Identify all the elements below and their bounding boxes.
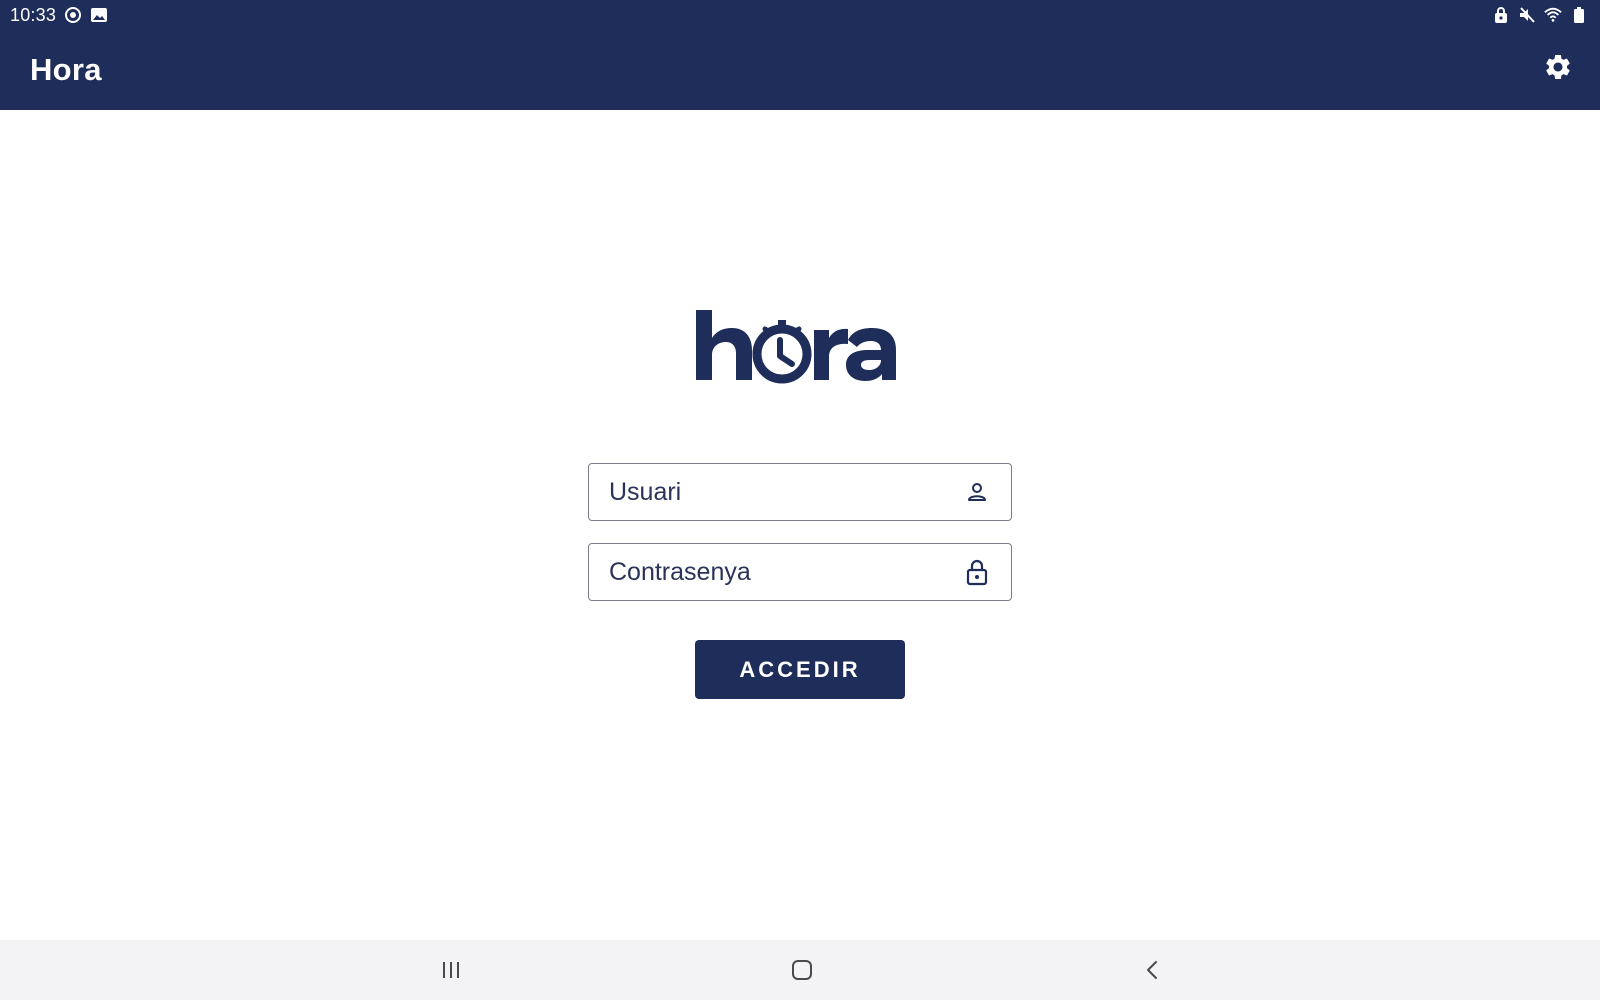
status-bar: 10:33 xyxy=(0,0,1600,30)
home-button[interactable] xyxy=(762,940,842,1000)
settings-button[interactable] xyxy=(1536,45,1580,89)
mute-icon xyxy=(1518,6,1536,24)
login-screen: 10:33 Hora Usuari ACCEDIR xyxy=(0,0,1600,1000)
recent-apps-icon xyxy=(443,962,459,978)
home-icon xyxy=(792,960,812,980)
username-field[interactable] xyxy=(588,463,1012,521)
recent-apps-button[interactable] xyxy=(411,940,491,1000)
navigation-bar xyxy=(0,940,1600,1000)
back-icon xyxy=(1147,961,1157,979)
password-field[interactable] xyxy=(588,543,1012,601)
sync-icon xyxy=(64,6,82,24)
status-time: 10:33 xyxy=(10,4,57,25)
gallery-icon xyxy=(90,6,108,24)
status-left: 10:33 xyxy=(10,5,108,26)
app-bar: Hora xyxy=(0,30,1600,110)
status-right xyxy=(1492,6,1590,24)
battery-icon xyxy=(1570,6,1588,24)
hora-logo xyxy=(690,300,910,390)
wifi-icon xyxy=(1544,6,1562,24)
app-title: Hora xyxy=(30,52,102,87)
login-button[interactable]: ACCEDIR xyxy=(695,640,905,699)
username-input[interactable] xyxy=(609,477,963,507)
lock-icon xyxy=(1492,6,1510,24)
lock-icon xyxy=(963,558,991,586)
clock-icon xyxy=(752,320,812,384)
person-icon xyxy=(963,478,991,506)
password-input[interactable] xyxy=(609,557,963,587)
back-button[interactable] xyxy=(1113,940,1193,1000)
gear-icon xyxy=(1546,54,1570,79)
